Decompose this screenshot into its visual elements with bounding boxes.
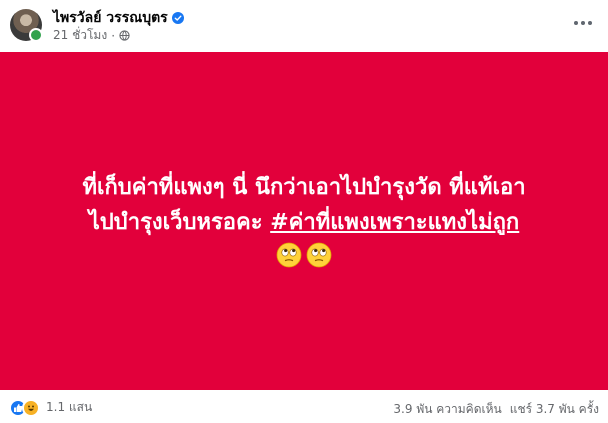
avatar[interactable] xyxy=(10,9,43,42)
post-background-card: ที่เก็บค่าที่แพงๆ นี่ นึกว่าเอาไปบำรุงวั… xyxy=(0,52,608,390)
post-text-line2: ไปบำรุงเว็บหรอคะ #ค่าที่แพงเพราะแทงไม่ถู… xyxy=(18,205,590,240)
hashtag-link[interactable]: #ค่าที่แพงเพราะแทงไม่ถูก xyxy=(270,210,519,235)
globe-icon xyxy=(119,30,130,41)
online-status-dot xyxy=(29,28,43,42)
face-with-rolling-eyes-icon xyxy=(276,242,302,268)
face-with-rolling-eyes-icon xyxy=(306,242,332,268)
reactions-summary[interactable]: 1.1 แสน xyxy=(9,398,92,417)
more-dot-icon xyxy=(581,21,585,25)
post-text: ที่เก็บค่าที่แพงๆ นี่ นึกว่าเอาไปบำรุงวั… xyxy=(18,170,590,268)
more-options-button[interactable] xyxy=(568,8,598,38)
post-text-line1: ที่เก็บค่าที่แพงๆ นี่ นึกว่าเอาไปบำรุงวั… xyxy=(82,175,526,200)
shares-count-link[interactable]: แชร์ 3.7 พัน ครั้ง xyxy=(510,400,599,419)
emoji-row xyxy=(18,242,590,268)
engagement-stats: 3.9 พัน ความคิดเห็น แชร์ 3.7 พัน ครั้ง xyxy=(393,400,599,419)
haha-icon xyxy=(22,398,40,417)
post-time[interactable]: 21 ชั่วโมง xyxy=(53,26,107,45)
post-header: ไพรวัลย์ วรรณบุตร 21 ชั่วโมง · xyxy=(0,0,608,50)
more-dot-icon xyxy=(588,21,592,25)
post-footer: 1.1 แสน 3.9 พัน ความคิดเห็น แชร์ 3.7 พัน… xyxy=(0,392,608,423)
more-dot-icon xyxy=(574,21,578,25)
post-text-line2-plain: ไปบำรุงเว็บหรอคะ xyxy=(88,210,271,235)
comments-count-link[interactable]: 3.9 พัน ความคิดเห็น xyxy=(393,400,501,419)
meta-separator: · xyxy=(111,28,116,43)
post-meta: 21 ชั่วโมง · xyxy=(53,26,130,45)
verified-badge-icon xyxy=(171,12,184,24)
reaction-count: 1.1 แสน xyxy=(46,400,93,414)
